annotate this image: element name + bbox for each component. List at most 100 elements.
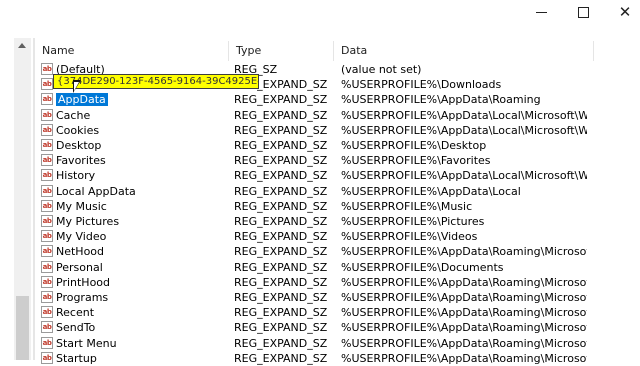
value-type: REG_EXPAND_SZ [234,351,328,365]
list-header: Name Type Data [35,41,595,61]
value-type: REG_EXPAND_SZ [234,215,328,228]
value-row[interactable]: ab My Video REG_EXPAND_SZ %USERPROFILE%\Vid… [35,229,595,244]
value-name: Recent [56,306,95,320]
value-row[interactable]: ab PrintHood REG_EXPAND_SZ %USERPROFILE%\Ap… [35,275,595,290]
maximize-button[interactable] [560,0,606,24]
value-name-cell: ab Start Menu [41,336,229,351]
string-value-icon: ab [41,199,53,212]
value-type: REG_EXPAND_SZ [234,260,328,274]
value-row[interactable]: ab Cache REG_EXPAND_SZ %USERPROFILE%\AppDat… [35,108,595,123]
value-type: REG_EXPAND_SZ [234,321,328,335]
scrollbar-thumb[interactable] [16,296,29,360]
string-value-icon: ab [41,291,53,303]
value-row[interactable]: ab My Music REG_EXPAND_SZ %USERPROFILE%\Mus… [35,199,595,214]
title-bar: ✕ [0,0,640,26]
value-name: My Video [56,230,107,244]
minimize-icon [535,11,547,13]
value-data: %USERPROFILE%\Music [341,199,473,213]
column-header-type[interactable]: Type [229,41,334,61]
string-value-icon: ab [41,93,53,106]
value-data: %USERPROFILE%\AppData\Local [341,184,521,198]
value-name-cell: ab Recent [41,305,229,320]
column-header-data[interactable]: Data [334,41,594,61]
value-row[interactable]: ab Local AppData REG_EXPAND_SZ %USERPROFILE… [35,184,595,199]
value-type: REG_EXPAND_SZ [234,306,328,320]
value-name: My Music [56,199,107,213]
value-name-cell: ab My Pictures [41,214,229,229]
value-data: %USERPROFILE%\AppData\Roaming\Microsoft\… [341,275,587,289]
close-button[interactable]: ✕ [602,0,640,24]
tree-scrollbar[interactable] [14,38,31,360]
value-name-cell: ab AppData [41,92,229,107]
value-name: SendTo [56,321,96,335]
value-type: REG_EXPAND_SZ [234,154,328,168]
value-row[interactable]: ab History REG_EXPAND_SZ %USERPROFILE%\AppD… [35,168,595,183]
value-name-cell: ab Desktop [41,138,229,153]
value-row[interactable]: ab Recent REG_EXPAND_SZ %USERPROFILE%\AppDa… [35,305,595,320]
value-type: REG_EXPAND_SZ [234,139,328,152]
value-name-cell: ab Favorites [41,153,229,168]
rename-input[interactable]: {374DE290-123F-4565-9164-39C4925E467B} [53,74,259,89]
minimize-button[interactable] [518,0,564,24]
value-row[interactable]: ab Startup REG_EXPAND_SZ %USERPROFILE%\AppD… [35,351,595,366]
value-name-cell: ab Programs [41,290,229,305]
value-name: Programs [56,291,109,304]
string-value-icon: ab [41,108,53,121]
value-data: %USERPROFILE%\AppData\Roaming\Microsoft\… [341,306,587,320]
value-data: (value not set) [341,63,422,76]
value-type: REG_EXPAND_SZ [234,291,328,304]
value-name-cell: ab PrintHood [41,275,229,290]
value-name: Cache [56,108,91,122]
value-name: NetHood [56,245,105,259]
value-name-cell: ab SendTo [41,320,229,335]
value-data: %USERPROFILE%\AppData\Roaming\Microsoft\… [341,351,587,365]
value-name: History [56,169,96,183]
value-name: Start Menu [56,336,117,350]
value-data: %USERPROFILE%\AppData\Roaming\Microsoft\… [341,336,587,350]
string-value-icon: ab [41,351,53,364]
value-row[interactable]: ab Start Menu REG_EXPAND_SZ %USERPROFILE%\A… [35,336,595,351]
values-list[interactable]: Name Type Data ab (Default) REG_SZ (value n… [35,38,640,365]
value-name: My Pictures [56,215,120,228]
scroll-up-arrow-icon[interactable] [18,43,26,48]
value-row[interactable]: ab Personal REG_EXPAND_SZ %USERPROFILE%\Doc… [35,260,595,275]
string-value-icon: ab [41,275,53,288]
value-type: REG_EXPAND_SZ [234,93,328,107]
value-type: REG_EXPAND_SZ [234,230,328,244]
value-row[interactable]: ab AppData REG_EXPAND_SZ %USERPROFILE%\AppD… [35,92,595,107]
column-header-name[interactable]: Name [35,41,229,61]
value-type: REG_EXPAND_SZ [234,336,328,350]
value-name: Favorites [56,154,106,168]
maximize-icon [577,6,589,18]
value-name: Startup [56,351,97,365]
value-name: PrintHood [56,275,111,289]
string-value-icon: ab [41,245,53,258]
value-name: Desktop [56,139,102,152]
value-name-cell: ab Cache [41,108,229,123]
value-type: REG_EXPAND_SZ [234,169,328,183]
string-value-icon: ab [41,139,53,151]
value-row[interactable]: ab Cookies REG_EXPAND_SZ %USERPROFILE%\AppD… [35,123,595,138]
value-name-cell: ab Local AppData [41,184,229,199]
value-name-cell: ab My Video [41,229,229,244]
value-data: %USERPROFILE%\AppData\Local\Microsoft\Wi… [341,108,587,122]
value-data: %USERPROFILE%\Favorites [341,154,491,168]
close-icon: ✕ [618,2,632,21]
value-row[interactable]: ab SendTo REG_EXPAND_SZ %USERPROFILE%\AppDa… [35,320,595,335]
value-data: %USERPROFILE%\AppData\Roaming\Microsoft\… [341,291,587,304]
value-name: Cookies [56,123,100,137]
value-row[interactable]: ab Desktop REG_EXPAND_SZ %USERPROFILE%\Desk… [35,138,595,153]
value-type: REG_EXPAND_SZ [234,184,328,198]
mouse-pointer-icon [73,80,81,93]
string-value-icon: ab [41,230,53,243]
value-name-cell: ab NetHood [41,244,229,259]
string-value-icon: ab [41,215,53,227]
value-row[interactable]: ab Favorites REG_EXPAND_SZ %USERPROFILE%\Fa… [35,153,595,168]
value-row[interactable]: ab Programs REG_EXPAND_SZ %USERPROFILE%\App… [35,290,595,305]
value-name-cell: ab Cookies [41,123,229,138]
value-type: REG_EXPAND_SZ [234,108,328,122]
value-name: Local AppData [56,184,136,198]
value-row[interactable]: ab NetHood REG_EXPAND_SZ %USERPROFILE%\AppD… [35,244,595,259]
value-row[interactable]: ab My Pictures REG_EXPAND_SZ %USERPROFILE%\… [35,214,595,229]
value-data: %USERPROFILE%\Documents [341,260,504,274]
